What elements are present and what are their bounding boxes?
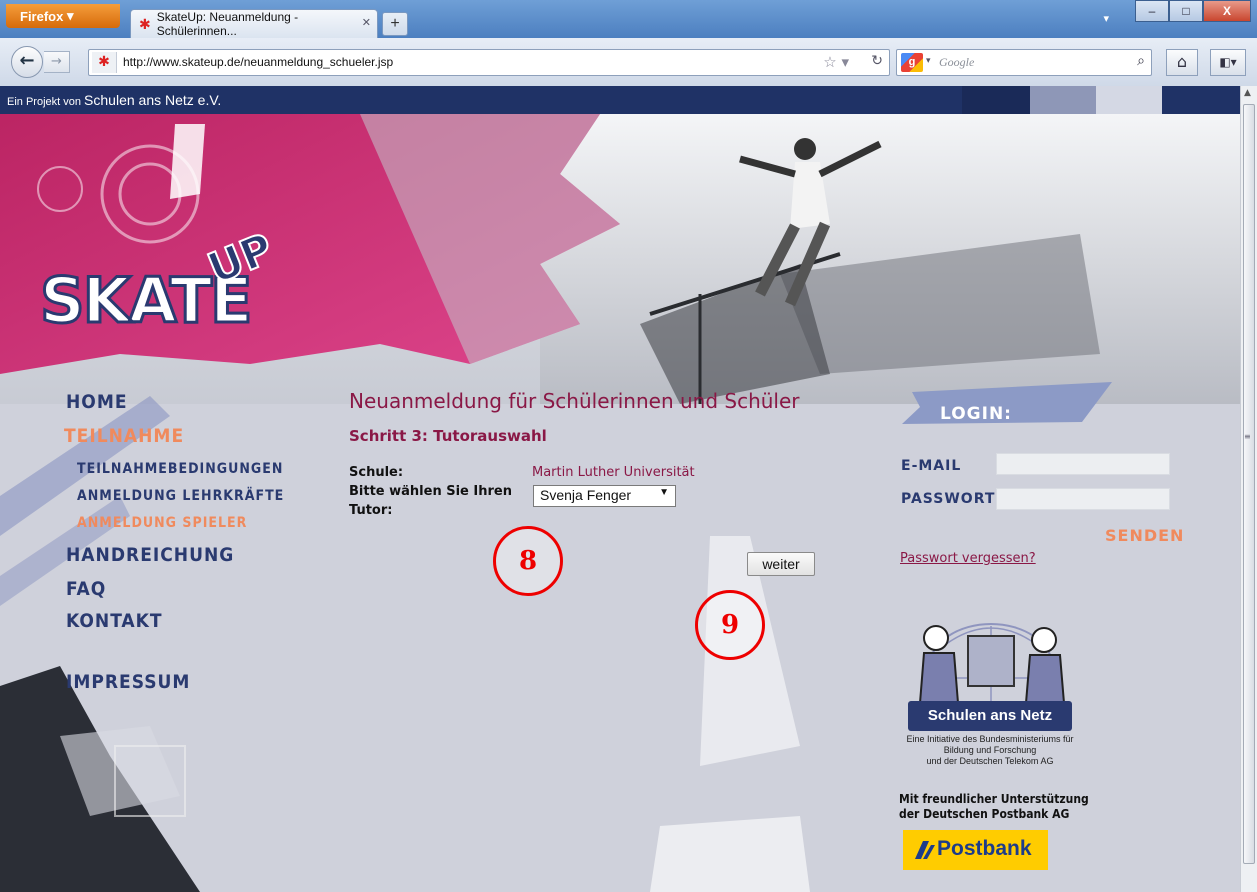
- strip-decoration: [1096, 86, 1162, 114]
- nav-home[interactable]: HOME: [66, 391, 128, 413]
- nav-teilnahme[interactable]: TEILNAHME: [64, 425, 184, 447]
- email-field[interactable]: [996, 453, 1170, 475]
- nav-faq[interactable]: FAQ: [66, 578, 106, 600]
- sponsor-caption-line: und der Deutschen Telekom AG: [926, 756, 1054, 766]
- login-banner: [902, 382, 1112, 424]
- window-controls: – □ X: [1135, 0, 1251, 22]
- minimize-button[interactable]: –: [1135, 0, 1169, 22]
- back-arrow-icon: ←: [19, 50, 35, 71]
- login-submit-button[interactable]: SENDEN: [1105, 526, 1184, 545]
- vertical-scrollbar[interactable]: ▲ ≡: [1240, 86, 1257, 892]
- scrollbar-thumb[interactable]: [1243, 104, 1255, 864]
- callout-marker: 9: [695, 590, 765, 660]
- support-text-line: Mit freundlicher Unterstützung: [899, 792, 1089, 806]
- bookmark-star-icon[interactable]: ☆ ▾: [823, 53, 849, 71]
- addon-icon: ◧▾: [1219, 55, 1237, 69]
- schulen-ans-netz-logo[interactable]: [906, 608, 1076, 708]
- strip-decoration: [962, 86, 1030, 114]
- page-title: Neuanmeldung für Schülerinnen und Schüle…: [349, 389, 800, 413]
- sponsor-caption-line: Bildung und Forschung: [943, 745, 1037, 755]
- left-decoration: [0, 396, 200, 892]
- home-button[interactable]: ⌂: [1166, 49, 1198, 76]
- support-text-line: der Deutschen Postbank AG: [899, 807, 1070, 821]
- nav-teilnahmebedingungen[interactable]: TEILNAHMEBEDINGUNGEN: [77, 461, 283, 477]
- search-engine-dropdown-icon[interactable]: ▾: [926, 56, 931, 66]
- scroll-up-icon[interactable]: ▲: [1244, 88, 1251, 98]
- schulen-ans-netz-label: Schulen ans Netz: [908, 701, 1072, 731]
- project-text: Ein Projekt von Schulen ans Netz e.V.: [7, 92, 221, 108]
- center-decoration: [650, 536, 810, 892]
- school-value: Martin Luther Universität: [532, 465, 695, 480]
- site-favicon-icon: ✱: [139, 15, 151, 32]
- sponsor-caption: Eine Initiative des Bundesministeriums f…: [895, 734, 1085, 767]
- email-label: E-MAIL: [901, 458, 962, 474]
- page-viewport: Ein Projekt von Schulen ans Netz e.V. SK…: [0, 86, 1240, 892]
- postbank-wing-icon: [915, 841, 935, 859]
- url-text: http://www.skateup.de/neuanmeldung_schue…: [123, 55, 394, 69]
- forward-arrow-icon: →: [51, 54, 62, 69]
- postbank-label: Postbank: [937, 837, 1032, 860]
- password-label: PASSWORT: [901, 491, 996, 507]
- forgot-password-link[interactable]: Passwort vergessen?: [900, 551, 1036, 566]
- search-engine-icon[interactable]: g: [901, 53, 923, 72]
- nav-kontakt[interactable]: KONTAKT: [66, 610, 163, 632]
- nav-handreichung[interactable]: HANDREICHUNG: [66, 544, 234, 566]
- reload-icon[interactable]: ↻: [871, 53, 883, 69]
- search-placeholder: Google: [939, 55, 975, 69]
- forward-button[interactable]: →: [44, 51, 70, 73]
- callout-marker: 8: [493, 526, 563, 596]
- skateup-logo[interactable]: SKATE UP: [39, 223, 290, 354]
- strip-decoration: [1030, 86, 1096, 114]
- site-identity-icon[interactable]: ✱: [92, 52, 117, 73]
- browser-tab[interactable]: ✱ SkateUp: Neuanmeldung - Schülerinnen..…: [130, 9, 378, 38]
- close-window-button[interactable]: X: [1203, 0, 1251, 22]
- back-button[interactable]: ←: [11, 46, 43, 78]
- login-title: LOGIN:: [940, 404, 1012, 424]
- firefox-menu-label: Firefox: [20, 8, 64, 24]
- navigation-toolbar: ← → ✱ http://www.skateup.de/neuanmeldung…: [0, 38, 1257, 87]
- tutor-label-line2: Tutor:: [349, 503, 393, 518]
- tab-title: SkateUp: Neuanmeldung - Schülerinnen...: [156, 10, 299, 38]
- tutor-select[interactable]: Svenja Fenger ▼: [533, 485, 676, 507]
- tutor-label-line1: Bitte wählen Sie Ihren: [349, 484, 512, 499]
- postbank-logo[interactable]: Postbank: [903, 830, 1048, 870]
- search-icon[interactable]: ⌕: [1137, 53, 1145, 69]
- firefox-menu-button[interactable]: Firefox ▾: [6, 4, 120, 28]
- maximize-button[interactable]: □: [1169, 0, 1203, 22]
- next-button[interactable]: weiter: [747, 552, 815, 576]
- list-all-tabs-icon[interactable]: ▾: [1103, 12, 1109, 25]
- step-subtitle: Schritt 3: Tutorauswahl: [349, 427, 547, 445]
- school-label: Schule:: [349, 465, 404, 480]
- new-tab-button[interactable]: +: [382, 12, 408, 36]
- home-icon: ⌂: [1176, 52, 1188, 71]
- addon-menu-button[interactable]: ◧▾: [1210, 49, 1246, 76]
- tutor-selected-value: Svenja Fenger: [540, 487, 632, 503]
- support-text: Mit freundlicher Unterstützung der Deuts…: [899, 792, 1089, 822]
- nav-anmeldung-lehrkraefte[interactable]: ANMELDUNG LEHRKRÄFTE: [77, 488, 284, 504]
- url-bar[interactable]: ✱ http://www.skateup.de/neuanmeldung_sch…: [88, 49, 890, 76]
- sponsor-caption-line: Eine Initiative des Bundesministeriums f…: [906, 734, 1074, 744]
- close-tab-icon[interactable]: ✕: [362, 16, 371, 29]
- password-field[interactable]: [996, 488, 1170, 510]
- project-prefix: Ein Projekt von: [7, 96, 81, 108]
- nav-impressum[interactable]: IMPRESSUM: [66, 671, 190, 693]
- browser-title-bar: Firefox ▾ ✱ SkateUp: Neuanmeldung - Schü…: [0, 0, 1257, 38]
- search-bar[interactable]: g ▾ Google ⌕: [896, 49, 1152, 76]
- project-org: Schulen ans Netz e.V.: [84, 92, 222, 108]
- nav-anmeldung-spieler[interactable]: ANMELDUNG SPIELER: [77, 515, 247, 531]
- chevron-down-icon: ▼: [659, 487, 669, 498]
- scrollbar-grip-icon: ≡: [1244, 432, 1251, 441]
- hero-banner: SKATE UP: [0, 114, 1240, 404]
- project-strip: Ein Projekt von Schulen ans Netz e.V.: [0, 86, 1240, 114]
